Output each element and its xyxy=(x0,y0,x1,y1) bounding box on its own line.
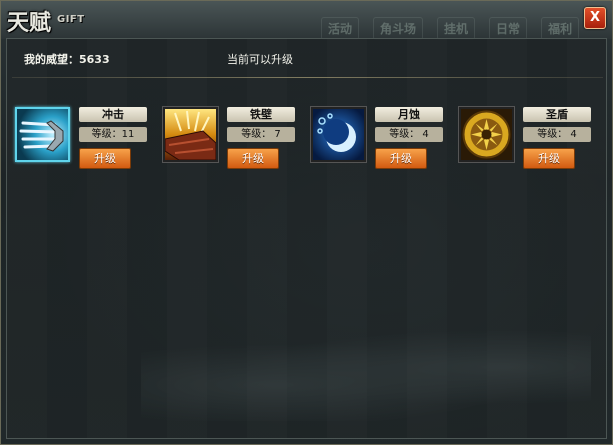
skill-name: 圣盾 xyxy=(523,107,591,122)
skill-slot-holy-shield: 圣盾 等级： 4 升级 xyxy=(459,107,599,173)
skill-name: 月蚀 xyxy=(375,107,443,122)
prestige-label: 我的威望： xyxy=(24,53,79,66)
skill-level: 等级： 4 xyxy=(523,127,591,142)
skill-slot-lunar-eclipse: 月蚀 等级： 4 升级 xyxy=(311,107,451,173)
skill-level: 等级： 7 xyxy=(227,127,295,142)
bg-tab-welfare: 福利 xyxy=(541,17,580,40)
close-button[interactable]: X xyxy=(584,7,606,29)
upgrade-hint: 当前可以升级 xyxy=(227,53,293,66)
talent-window: 天赋 GIFT 活动 角斗场 挂机 日常 福利 X 我的威望：5633 当前可以… xyxy=(0,0,613,445)
upgrade-button[interactable]: 升级 xyxy=(227,148,279,169)
bg-tab-events: 活动 xyxy=(321,17,360,40)
bg-tab-arena: 角斗场 xyxy=(373,17,424,40)
skill-level: 等级：11 xyxy=(79,127,147,142)
holy-shield-icon[interactable] xyxy=(459,107,514,162)
background-artwork xyxy=(141,331,591,421)
prestige-value: 5633 xyxy=(79,53,110,66)
charge-icon[interactable] xyxy=(15,107,70,162)
prestige-display: 我的威望：5633 xyxy=(24,51,110,67)
skill-name: 铁壁 xyxy=(227,107,295,122)
skill-slot-charge: 冲击 等级：11 升级 xyxy=(15,107,155,173)
divider xyxy=(12,77,603,78)
skill-level: 等级： 4 xyxy=(375,127,443,142)
skill-name: 冲击 xyxy=(79,107,147,122)
iron-wall-icon[interactable] xyxy=(163,107,218,162)
bg-tab-idle: 挂机 xyxy=(437,17,476,40)
upgrade-button[interactable]: 升级 xyxy=(79,148,131,169)
window-title: 天赋 xyxy=(7,10,52,36)
lunar-eclipse-icon[interactable] xyxy=(311,107,366,162)
title-bar: 天赋 GIFT 活动 角斗场 挂机 日常 福利 X xyxy=(1,1,612,40)
upgrade-button[interactable]: 升级 xyxy=(523,148,575,169)
upgrade-button[interactable]: 升级 xyxy=(375,148,427,169)
skill-slot-iron-wall: 铁壁 等级： 7 升级 xyxy=(163,107,303,173)
background-tabs: 活动 角斗场 挂机 日常 福利 xyxy=(321,17,580,40)
bg-tab-daily: 日常 xyxy=(489,17,528,40)
window-title-en: GIFT xyxy=(57,14,85,25)
